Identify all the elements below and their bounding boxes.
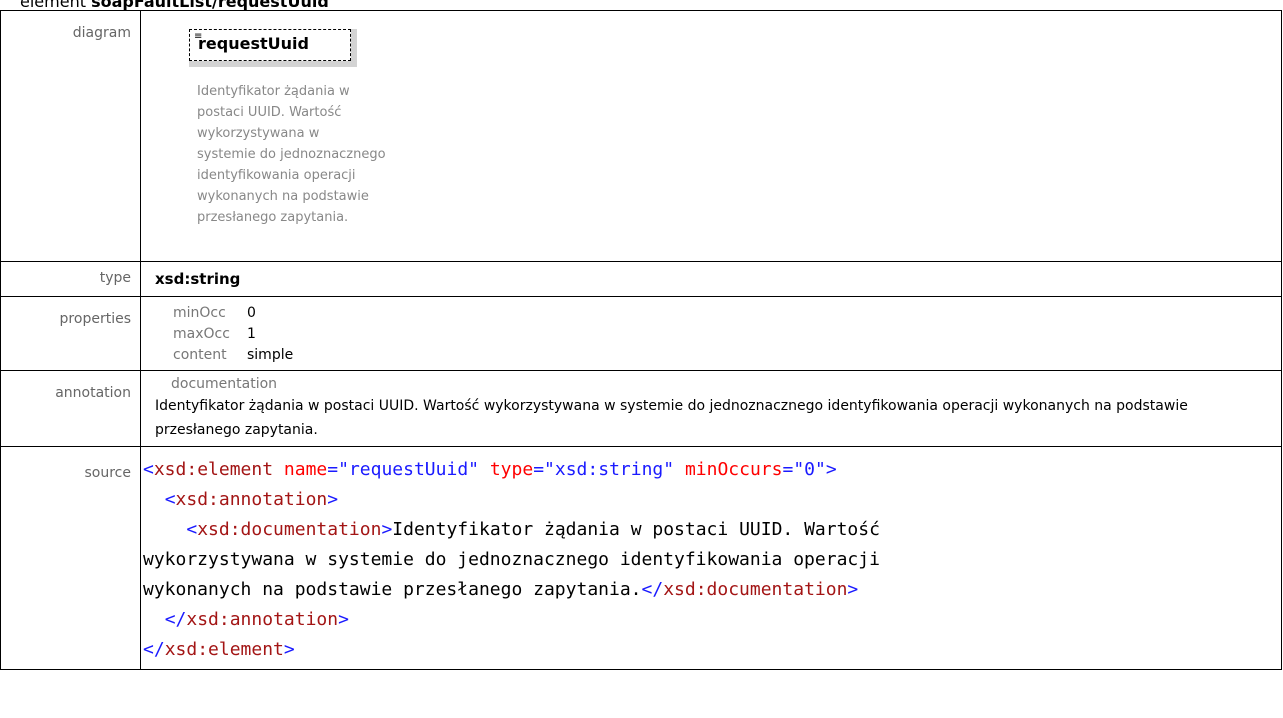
code-tag: xsd:element bbox=[153, 459, 274, 480]
description-line: wykonanych na podstawie bbox=[197, 189, 369, 204]
code-attr: type bbox=[489, 459, 534, 480]
code-punct: < bbox=[143, 459, 154, 480]
property-row: content simple bbox=[155, 345, 1281, 366]
element-box[interactable]: ≡ requestUuid bbox=[189, 29, 351, 61]
property-key: maxOcc bbox=[173, 326, 230, 342]
code-attr: name bbox=[283, 459, 328, 480]
code-tag: xsd:element bbox=[164, 639, 284, 660]
description-line: systemie do jednoznacznego bbox=[197, 147, 386, 162]
annotation-cell: documentation Identyfikator żądania w po… bbox=[140, 370, 1282, 447]
description-line: identyfikowania operacji bbox=[197, 168, 356, 183]
code-tag: xsd:documentation bbox=[663, 579, 848, 600]
code-tag: xsd:documentation bbox=[197, 519, 382, 540]
type-label: type bbox=[0, 261, 141, 297]
property-row: minOcc 0 bbox=[155, 303, 1281, 324]
code-punct: </ bbox=[143, 639, 165, 660]
code-punct: > bbox=[381, 519, 393, 540]
properties-label: properties bbox=[0, 296, 141, 371]
code-tag: xsd:annotation bbox=[175, 489, 328, 510]
code-tag: xsd:annotation bbox=[186, 609, 339, 630]
code-text: wykorzystywana w systemie do jednoznaczn… bbox=[143, 549, 880, 570]
property-value: 0 bbox=[247, 305, 256, 321]
code-text: Identyfikator żądania w postaci UUID. Wa… bbox=[392, 519, 880, 540]
code-punct: > bbox=[283, 639, 295, 660]
source-row: source <xsd:element name="requestUuid" t… bbox=[0, 446, 1282, 670]
code-text: wykonanych na podstawie przesłanego zapy… bbox=[143, 579, 642, 600]
source-cell: <xsd:element name="requestUuid" type="xs… bbox=[140, 446, 1282, 670]
property-key: minOcc bbox=[173, 305, 226, 321]
code-attr: minOccurs bbox=[684, 459, 783, 480]
element-diagram: ≡ requestUuid Identyfikator żądania w po… bbox=[155, 11, 1281, 261]
diagram-cell: ≡ requestUuid Identyfikator żądania w po… bbox=[140, 10, 1282, 262]
code-attr-value: "requestUuid" bbox=[338, 459, 479, 480]
annotation-title: documentation bbox=[171, 376, 278, 392]
type-value[interactable]: xsd:string bbox=[155, 262, 1281, 296]
code-punct: </ bbox=[641, 579, 664, 600]
code-attr-value: "0" bbox=[793, 459, 826, 480]
property-row: maxOcc 1 bbox=[155, 324, 1281, 345]
properties-list: minOcc 0 maxOcc 1 content simple bbox=[155, 297, 1281, 370]
annotation-text: Identyfikator żądania w postaci UUID. Wa… bbox=[155, 398, 1188, 438]
diagram-description: Identyfikator żądania w postaci UUID. Wa… bbox=[197, 81, 397, 228]
code-punct: </ bbox=[164, 609, 187, 630]
type-row: type xsd:string bbox=[0, 261, 1282, 297]
properties-row: properties minOcc 0 maxOcc 1 content sim… bbox=[0, 296, 1282, 371]
code-attr-value: "xsd:string" bbox=[544, 459, 675, 480]
type-cell: xsd:string bbox=[140, 261, 1282, 297]
code-punct: > bbox=[327, 489, 339, 510]
code-punct: > bbox=[825, 459, 837, 480]
code-punct: < bbox=[164, 489, 176, 510]
source-label: source bbox=[0, 446, 141, 670]
description-line: Identyfikator żądania w bbox=[197, 84, 350, 99]
element-doc-table: diagram ≡ requestUuid Identyfikator żąda… bbox=[0, 10, 1282, 670]
code-punct: < bbox=[186, 519, 198, 540]
element-box-name: requestUuid bbox=[198, 34, 309, 53]
description-line: postaci UUID. Wartość bbox=[197, 105, 342, 120]
description-line: przesłanego zapytania. bbox=[197, 210, 349, 225]
annotation-row: annotation documentation Identyfikator ż… bbox=[0, 370, 1282, 447]
property-value: 1 bbox=[247, 326, 256, 342]
diagram-label: diagram bbox=[0, 10, 141, 262]
annotation-label: annotation bbox=[0, 370, 141, 447]
element-box-shadow: ≡ requestUuid bbox=[189, 29, 357, 67]
description-line: wykorzystywana w bbox=[197, 126, 320, 141]
property-key: content bbox=[173, 347, 227, 363]
diagram-row: diagram ≡ requestUuid Identyfikator żąda… bbox=[0, 10, 1282, 262]
properties-cell: minOcc 0 maxOcc 1 content simple bbox=[140, 296, 1282, 371]
source-code: <xsd:element name="requestUuid" type="xs… bbox=[143, 459, 880, 660]
code-punct: > bbox=[847, 579, 859, 600]
property-value: simple bbox=[247, 347, 294, 363]
code-punct: > bbox=[338, 609, 349, 630]
